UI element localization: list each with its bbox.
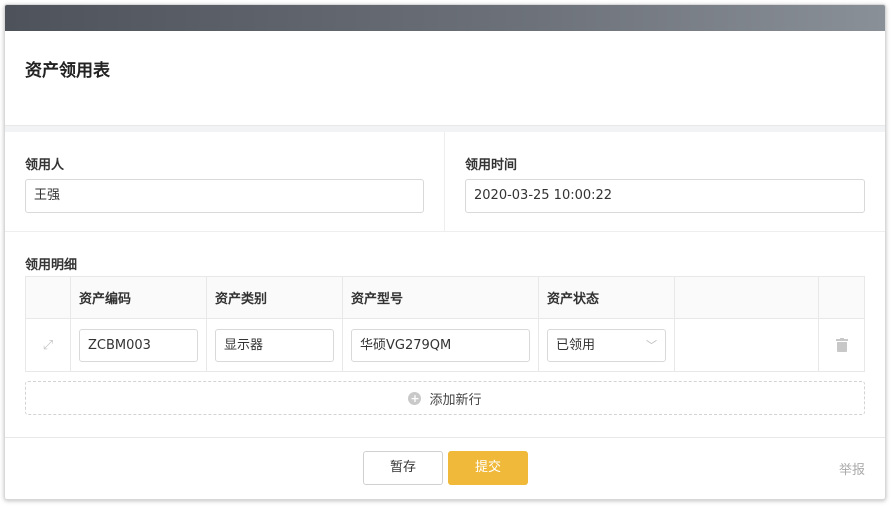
form-header: 资产领用表 xyxy=(5,31,885,126)
receiver-field: 领用人 王强 xyxy=(5,132,445,231)
add-row-label: 添加新行 xyxy=(429,392,482,408)
asset-model-input[interactable]: 华硕VG279QM xyxy=(351,328,530,362)
trash-lid xyxy=(835,339,848,341)
header-action-cell xyxy=(819,277,864,318)
trash-can xyxy=(836,342,847,352)
receiver-input[interactable]: 王强 xyxy=(25,179,424,213)
column-header: 资产状态 xyxy=(547,292,600,307)
receive-time-field: 领用时间 2020-03-25 10:00:22 xyxy=(445,132,885,231)
column-header: 资产类别 xyxy=(215,292,268,307)
title-bar xyxy=(5,5,885,31)
row-empty-cell xyxy=(675,319,819,371)
save-draft-button[interactable]: 暂存 xyxy=(363,451,443,485)
report-link[interactable]: 举报 xyxy=(839,459,865,478)
header-empty-cell xyxy=(675,277,819,318)
column-header: 资产编码 xyxy=(79,292,132,307)
receive-time-label: 领用时间 xyxy=(465,158,518,173)
form-footer: 暂存 提交 举报 xyxy=(5,437,885,499)
row-handle-cell: ⤢ xyxy=(26,319,71,371)
form-window: 资产领用表 领用人 王强 领用时间 2020-03-25 10:00:22 领用… xyxy=(4,4,886,500)
header-asset-model: 资产型号 xyxy=(343,277,539,318)
asset-code-input[interactable]: ZCBM003 xyxy=(79,328,198,362)
column-header: 资产型号 xyxy=(351,292,404,307)
header-asset-category: 资产类别 xyxy=(207,277,343,318)
submit-button[interactable]: 提交 xyxy=(448,451,528,485)
row-action-cell xyxy=(819,319,864,371)
add-row-button[interactable]: + 添加新行 xyxy=(25,381,865,415)
header-handle-cell xyxy=(26,277,71,318)
asset-status-value: 已领用 xyxy=(556,337,596,353)
row-model-cell: 华硕VG279QM xyxy=(343,319,539,371)
header-asset-status: 资产状态 xyxy=(539,277,675,318)
table-row: ⤢ ZCBM003 显示器 华硕VG279QM 已领用 ﹀ xyxy=(26,319,864,371)
row-category-cell: 显示器 xyxy=(207,319,343,371)
details-table: 资产编码 资产类别 资产型号 资产状态 ⤢ ZCBM003 显示器 华硕VG27… xyxy=(25,276,865,372)
asset-category-input[interactable]: 显示器 xyxy=(215,328,334,362)
header-asset-code: 资产编码 xyxy=(71,277,207,318)
page-title: 资产领用表 xyxy=(25,61,110,81)
receiver-label: 领用人 xyxy=(25,158,65,173)
plus-circle-icon: + xyxy=(408,391,422,405)
row-code-cell: ZCBM003 xyxy=(71,319,207,371)
basic-fields: 领用人 王强 领用时间 2020-03-25 10:00:22 xyxy=(5,132,885,232)
asset-status-select[interactable]: 已领用 ﹀ xyxy=(547,328,666,362)
table-header: 资产编码 资产类别 资产型号 资产状态 xyxy=(26,277,864,319)
chevron-down-icon: ﹀ xyxy=(646,338,657,352)
details-label: 领用明细 xyxy=(25,258,78,273)
expand-arrows-icon[interactable]: ⤢ xyxy=(43,338,53,353)
row-status-cell: 已领用 ﹀ xyxy=(539,319,675,371)
receive-time-input[interactable]: 2020-03-25 10:00:22 xyxy=(465,179,865,213)
trash-icon[interactable] xyxy=(835,338,848,352)
